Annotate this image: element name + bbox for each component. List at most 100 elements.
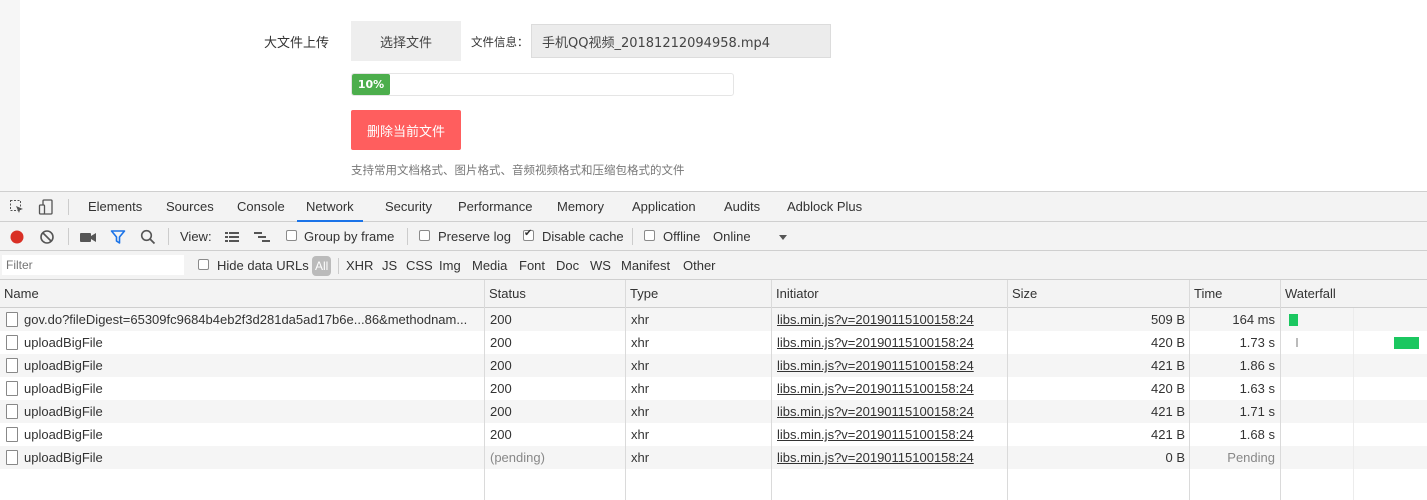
- column-header-initiator[interactable]: Initiator: [772, 280, 819, 308]
- waterfall-bar: [1289, 314, 1298, 326]
- table-row[interactable]: uploadBigFile 200 xhr libs.min.js?v=2019…: [0, 377, 1427, 400]
- tab-memory[interactable]: Memory: [553, 192, 608, 221]
- table-row[interactable]: uploadBigFile 200 xhr libs.min.js?v=2019…: [0, 400, 1427, 423]
- file-icon: [6, 335, 18, 350]
- table-header: Name Status Type Initiator Size Time Wat…: [0, 280, 1427, 308]
- request-status: 200: [490, 335, 512, 350]
- capture-screenshots-icon[interactable]: [79, 228, 97, 246]
- request-time: 1.73 s: [1239, 335, 1275, 350]
- tab-network[interactable]: Network: [297, 192, 363, 222]
- request-status: 200: [490, 404, 512, 419]
- tab-elements[interactable]: Elements: [84, 192, 146, 221]
- filter-type-all[interactable]: All: [312, 256, 332, 276]
- tab-audits[interactable]: Audits: [720, 192, 764, 221]
- waterfall-wait: [1296, 338, 1298, 347]
- request-time: 1.71 s: [1239, 404, 1275, 419]
- request-initiator-link[interactable]: libs.min.js?v=20190115100158:24: [777, 308, 974, 331]
- throttling-select[interactable]: Online: [713, 229, 751, 244]
- request-initiator-link[interactable]: libs.min.js?v=20190115100158:24: [777, 354, 974, 377]
- tab-sources[interactable]: Sources: [162, 192, 218, 221]
- overview-icon[interactable]: [253, 228, 271, 246]
- request-time: 1.86 s: [1239, 358, 1275, 373]
- filter-type-ws[interactable]: WS: [590, 258, 611, 273]
- column-header-type[interactable]: Type: [626, 280, 658, 308]
- hide-data-urls-label: Hide data URLs: [217, 258, 309, 273]
- request-size: 420 B: [1151, 335, 1185, 350]
- table-row[interactable]: uploadBigFile 200 xhr libs.min.js?v=2019…: [0, 331, 1427, 354]
- preserve-log-label: Preserve log: [438, 229, 511, 244]
- filter-type-other[interactable]: Other: [683, 258, 716, 273]
- file-icon: [6, 427, 18, 442]
- filter-separator: [338, 258, 339, 274]
- delete-file-button[interactable]: 删除当前文件: [351, 110, 461, 150]
- large-rows-icon[interactable]: [223, 228, 241, 246]
- column-header-size[interactable]: Size: [1008, 280, 1037, 308]
- filter-input[interactable]: [2, 255, 184, 275]
- device-toolbar-icon[interactable]: [37, 198, 55, 216]
- table-row[interactable]: uploadBigFile 200 xhr libs.min.js?v=2019…: [0, 423, 1427, 446]
- column-divider: [484, 280, 485, 500]
- filter-type-img[interactable]: Img: [439, 258, 461, 273]
- request-size: 421 B: [1151, 404, 1185, 419]
- filter-type-js[interactable]: JS: [382, 258, 397, 273]
- request-size: 421 B: [1151, 427, 1185, 442]
- preserve-log-checkbox[interactable]: [419, 230, 430, 241]
- request-size: 509 B: [1151, 312, 1185, 327]
- inspect-element-icon[interactable]: [8, 198, 26, 216]
- column-divider: [625, 280, 626, 500]
- request-initiator-link[interactable]: libs.min.js?v=20190115100158:24: [777, 331, 974, 354]
- left-gutter: [0, 0, 20, 191]
- filter-type-manifest[interactable]: Manifest: [621, 258, 670, 273]
- request-name: uploadBigFile: [24, 450, 103, 465]
- offline-label: Offline: [663, 229, 701, 244]
- hide-data-urls-checkbox[interactable]: [198, 259, 209, 270]
- search-icon[interactable]: [139, 228, 157, 246]
- request-status: 200: [490, 358, 512, 373]
- column-divider: [1007, 280, 1008, 500]
- tab-performance[interactable]: Performance: [454, 192, 536, 221]
- request-status: 200: [490, 312, 512, 327]
- request-initiator-link[interactable]: libs.min.js?v=20190115100158:24: [777, 377, 974, 400]
- column-divider: [771, 280, 772, 500]
- disable-cache-checkbox[interactable]: [523, 228, 534, 241]
- filter-type-xhr[interactable]: XHR: [346, 258, 373, 273]
- request-time: 1.68 s: [1239, 427, 1275, 442]
- filter-type-css[interactable]: CSS: [406, 258, 433, 273]
- column-header-time[interactable]: Time: [1190, 280, 1222, 308]
- table-row[interactable]: gov.do?fileDigest=65309fc9684b4eb2f3d281…: [0, 308, 1427, 331]
- request-initiator-link[interactable]: libs.min.js?v=20190115100158:24: [777, 423, 974, 446]
- clear-icon[interactable]: [38, 228, 56, 246]
- column-header-status[interactable]: Status: [485, 280, 526, 308]
- filter-bar: Hide data URLs All XHR JS CSS Img Media …: [0, 251, 1427, 280]
- record-icon[interactable]: [8, 228, 26, 246]
- column-divider: [1189, 280, 1190, 500]
- filter-type-doc[interactable]: Doc: [556, 258, 579, 273]
- view-label: View:: [180, 229, 212, 244]
- request-time: 1.63 s: [1239, 381, 1275, 396]
- column-header-name[interactable]: Name: [0, 280, 39, 308]
- tab-console[interactable]: Console: [233, 192, 289, 221]
- table-row[interactable]: uploadBigFile 200 xhr libs.min.js?v=2019…: [0, 354, 1427, 377]
- network-request-table: Name Status Type Initiator Size Time Wat…: [0, 280, 1427, 500]
- tab-application[interactable]: Application: [628, 192, 700, 221]
- group-by-frame-checkbox[interactable]: [286, 230, 297, 241]
- tab-adblock-plus[interactable]: Adblock Plus: [783, 192, 866, 221]
- table-row[interactable]: uploadBigFile (pending) xhr libs.min.js?…: [0, 446, 1427, 469]
- filter-icon[interactable]: [109, 228, 127, 246]
- choose-file-button[interactable]: 选择文件: [351, 21, 461, 61]
- chevron-down-icon[interactable]: [774, 228, 792, 246]
- network-toolbar: View: Group by frame Preserve log Disabl…: [0, 222, 1427, 251]
- request-initiator-link[interactable]: libs.min.js?v=20190115100158:24: [777, 400, 974, 423]
- column-divider: [1280, 280, 1281, 500]
- column-header-waterfall[interactable]: Waterfall: [1281, 280, 1336, 308]
- request-name: gov.do?fileDigest=65309fc9684b4eb2f3d281…: [24, 312, 468, 327]
- offline-checkbox[interactable]: [644, 230, 655, 241]
- toolbar-separator: [632, 228, 633, 245]
- filter-type-media[interactable]: Media: [472, 258, 507, 273]
- request-initiator-link[interactable]: libs.min.js?v=20190115100158:24: [777, 446, 974, 469]
- tab-security[interactable]: Security: [381, 192, 436, 221]
- devtools-panel: Elements Sources Console Network Securit…: [0, 191, 1427, 500]
- file-icon: [6, 404, 18, 419]
- filter-type-font[interactable]: Font: [519, 258, 545, 273]
- devtools-tabbar: Elements Sources Console Network Securit…: [0, 192, 1427, 222]
